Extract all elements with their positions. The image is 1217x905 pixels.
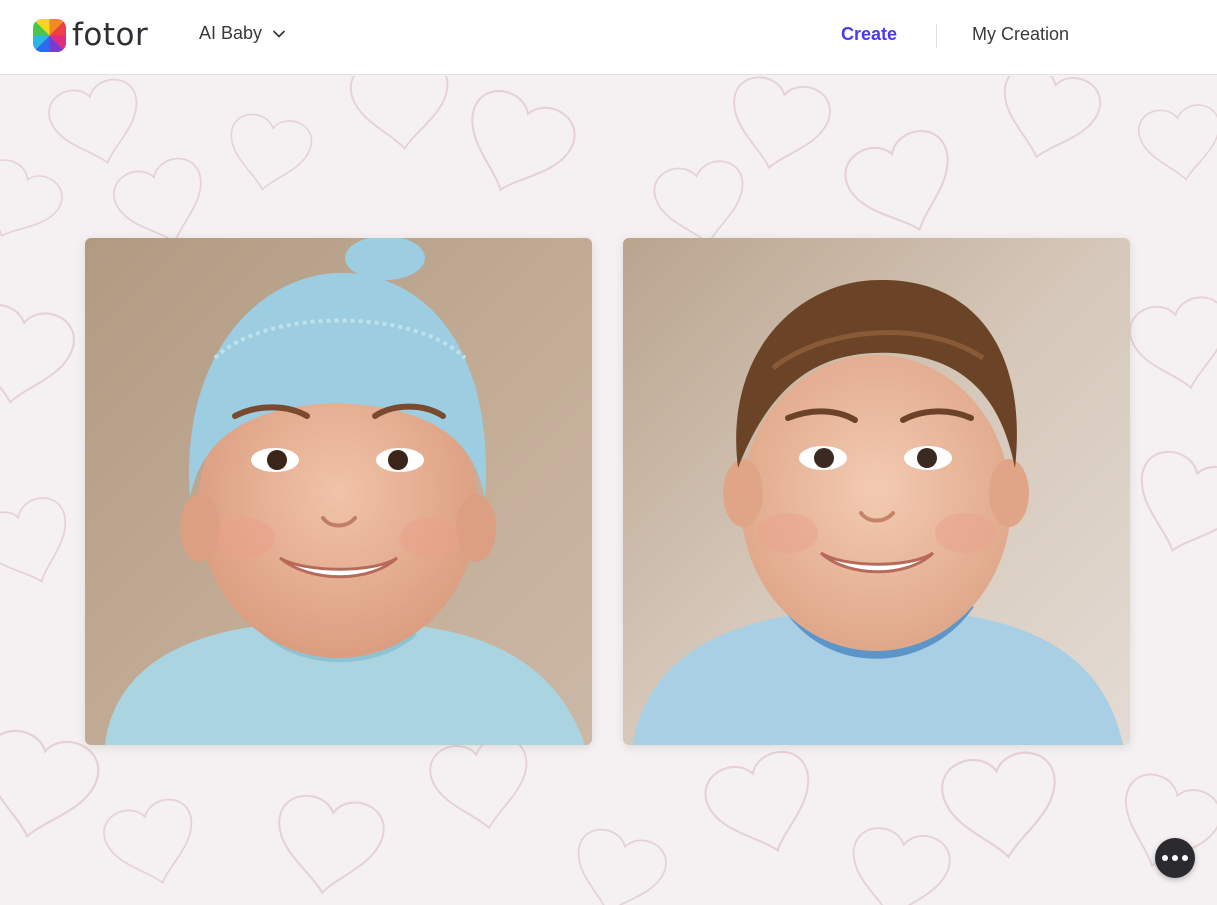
ai-baby-dropdown-label: AI Baby [199, 23, 263, 43]
top-navigation-bar: fotor AI Baby Create My Creation [0, 0, 1217, 75]
nav-my-creation-link[interactable]: My Creation [972, 24, 1069, 45]
logo-text: fotor [72, 17, 149, 53]
result-image-2[interactable] [623, 238, 1130, 745]
baby-portrait-image [623, 238, 1130, 745]
baby-portrait-image [85, 238, 592, 745]
nav-create-link[interactable]: Create [841, 24, 897, 45]
result-image-1[interactable] [85, 238, 592, 745]
ai-baby-dropdown[interactable]: AI Baby [199, 23, 286, 44]
more-options-button[interactable] [1155, 838, 1195, 878]
nav-divider [936, 24, 937, 48]
fotor-logo[interactable]: fotor [33, 19, 148, 52]
fotor-logo-icon [33, 19, 66, 52]
chevron-down-icon [273, 30, 285, 37]
more-horizontal-icon [1162, 855, 1168, 861]
